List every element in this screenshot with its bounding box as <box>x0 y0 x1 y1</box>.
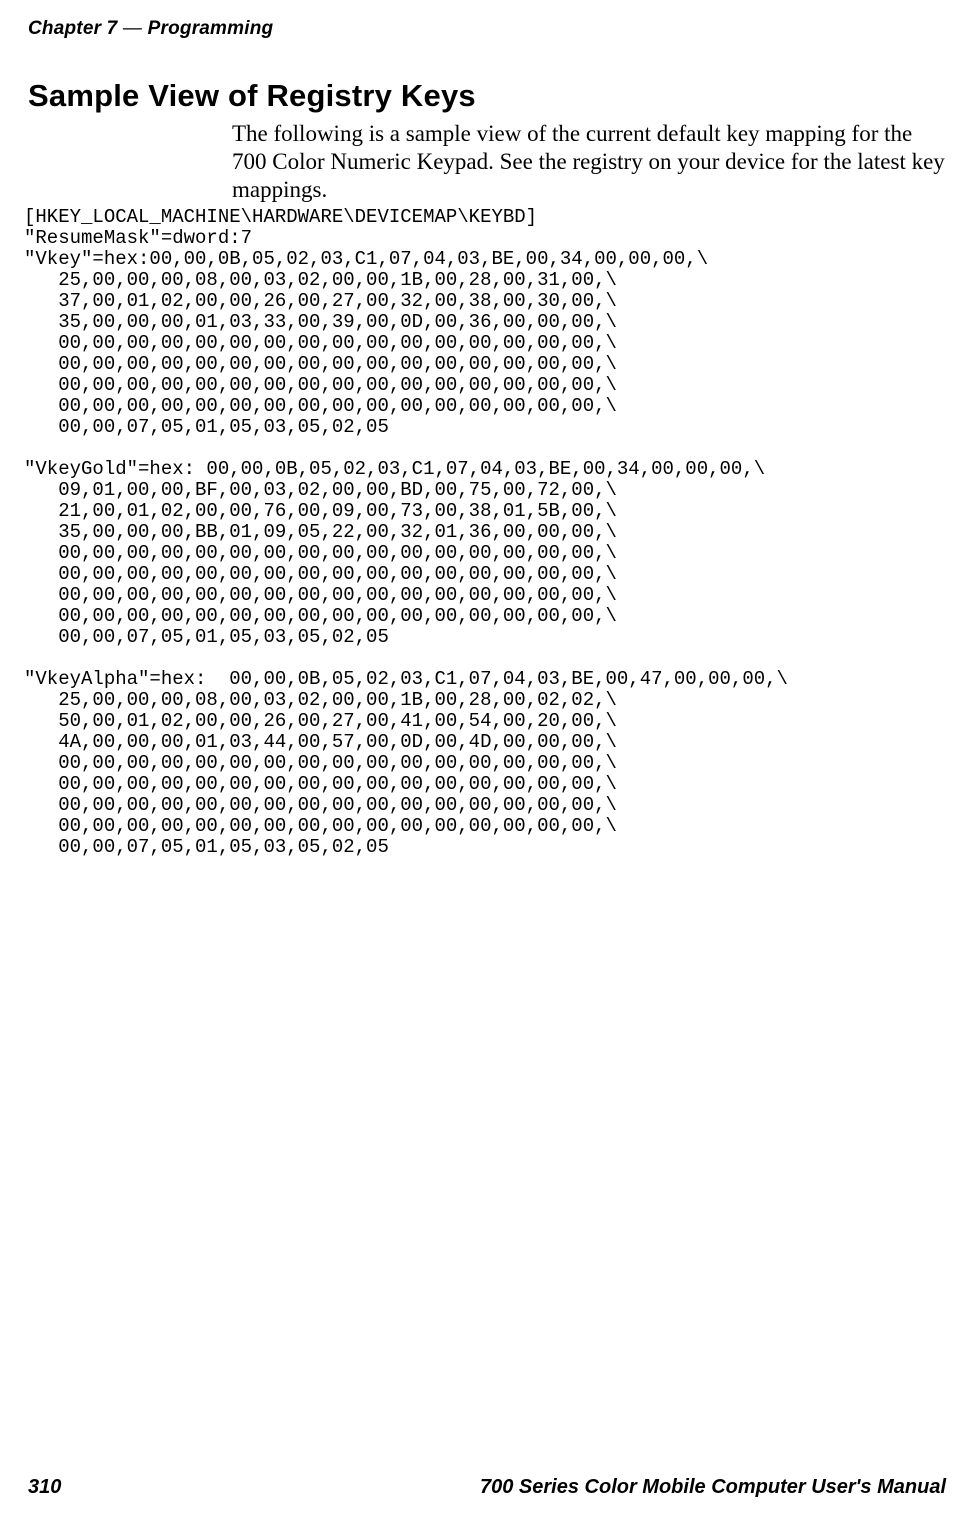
running-header: Chapter 7 — Programming <box>28 18 273 40</box>
manual-title: 700 Series Color Mobile Computer User's … <box>480 1476 946 1499</box>
intro-paragraph: The following is a sample view of the cu… <box>232 120 952 204</box>
chapter-label: Chapter 7 <box>28 18 117 39</box>
page-footer: 310 700 Series Color Mobile Computer Use… <box>28 1469 946 1499</box>
chapter-topic: Programming <box>148 18 274 39</box>
header-separator: — <box>117 18 147 39</box>
registry-code-block: [HKEY_LOCAL_MACHINE\HARDWARE\DEVICEMAP\K… <box>24 207 954 858</box>
page-number: 310 <box>28 1476 61 1499</box>
page: Chapter 7 — Programming Sample View of R… <box>0 0 974 1519</box>
section-heading: Sample View of Registry Keys <box>28 78 476 114</box>
